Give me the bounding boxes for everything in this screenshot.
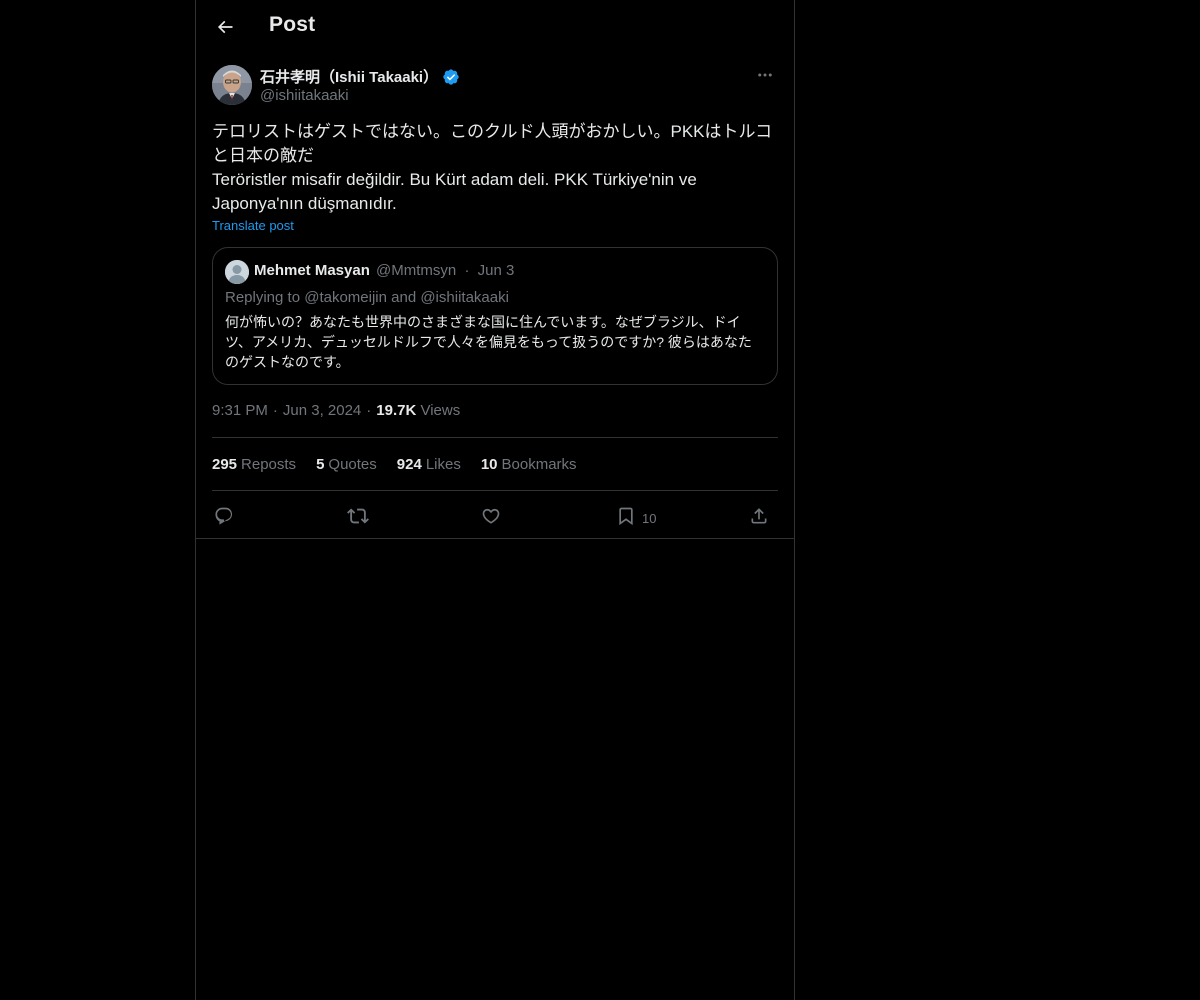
quote-date[interactable]: Jun 3 bbox=[478, 262, 515, 279]
avatar-image bbox=[212, 65, 252, 105]
stat-bookmarks[interactable]: 10 Bookmarks bbox=[481, 456, 577, 473]
reply-icon bbox=[215, 507, 233, 525]
translate-post-link[interactable]: Translate post bbox=[212, 218, 294, 233]
stat-label: Quotes bbox=[328, 456, 377, 473]
stat-reposts[interactable]: 295 Reposts bbox=[212, 456, 296, 473]
quote-text: 何が怖いの？あなたも世界中のさまざまな国に住んでいます。なぜブラジル、ドイツ、ア… bbox=[225, 314, 752, 370]
separator-dot: · bbox=[272, 402, 278, 419]
separator-dot: · bbox=[366, 402, 372, 419]
post-text: テロリストはゲストではない。このクルド人頭がおかしい。PKKはトルコと日本の敵だ… bbox=[212, 120, 780, 216]
divider bbox=[212, 437, 778, 438]
reply-button[interactable] bbox=[214, 504, 234, 528]
quote-replying-to: Replying to @takomeijin and @ishiitakaak… bbox=[225, 289, 509, 306]
stat-count: 924 bbox=[396, 456, 422, 473]
bookmark-icon bbox=[619, 507, 633, 526]
views-label: Views bbox=[420, 402, 461, 419]
stat-likes[interactable]: 924 Likes bbox=[397, 456, 461, 473]
repost-icon bbox=[347, 508, 369, 524]
stat-quotes[interactable]: 5 Quotes bbox=[316, 456, 377, 473]
post-text-turkish: Teröristler misafir değildir. Bu Kürt ad… bbox=[212, 170, 697, 213]
separator-dot: · bbox=[464, 262, 470, 279]
like-icon bbox=[482, 508, 500, 524]
bookmark-button[interactable]: 10 bbox=[616, 504, 656, 528]
post-column: Post 石井孝明（Ishii Takaaki） @ishiitakaaki テ… bbox=[195, 0, 795, 1000]
divider bbox=[196, 538, 794, 539]
share-button[interactable] bbox=[749, 504, 769, 528]
more-options-button[interactable] bbox=[752, 64, 778, 86]
post-author: 石井孝明（Ishii Takaaki） @ishiitakaaki bbox=[212, 64, 778, 108]
post-metadata: 9:31 PM · Jun 3, 2024 · 19.7K Views bbox=[212, 402, 460, 419]
more-icon bbox=[758, 73, 772, 77]
quote-header: Mehmet Masyan @Mmtmsyn · Jun 3 bbox=[254, 262, 514, 279]
quote-author-name[interactable]: Mehmet Masyan bbox=[254, 262, 370, 279]
stat-label: Reposts bbox=[241, 456, 297, 473]
stat-count: 295 bbox=[212, 456, 238, 473]
quote-author-handle[interactable]: @Mmtmsyn bbox=[376, 262, 456, 279]
stat-label: Likes bbox=[425, 456, 461, 473]
back-button[interactable] bbox=[208, 10, 242, 44]
repost-button[interactable] bbox=[347, 504, 369, 528]
arrow-left-icon bbox=[217, 20, 233, 34]
page-title: Post bbox=[269, 13, 316, 36]
engagement-stats: 295 Reposts 5 Quotes 924 Likes 10 Bookmarks bbox=[212, 456, 597, 473]
bookmark-count: 10 bbox=[642, 510, 657, 526]
quoted-post[interactable]: Mehmet Masyan @Mmtmsyn · Jun 3 Replying … bbox=[212, 247, 778, 385]
stat-count: 5 bbox=[316, 456, 325, 473]
like-button[interactable] bbox=[481, 504, 501, 528]
header-bar: Post bbox=[196, 0, 794, 54]
divider bbox=[212, 490, 778, 491]
post-date[interactable]: Jun 3, 2024 bbox=[283, 402, 361, 419]
stat-label: Bookmarks bbox=[501, 456, 577, 473]
verified-badge-icon[interactable] bbox=[442, 68, 460, 90]
post-time[interactable]: 9:31 PM bbox=[212, 402, 268, 419]
author-handle[interactable]: @ishiitakaaki bbox=[260, 87, 349, 104]
quote-avatar[interactable] bbox=[225, 260, 249, 284]
display-name-text: 石井孝明（Ishii Takaaki） bbox=[260, 69, 439, 86]
default-avatar-icon bbox=[225, 260, 249, 284]
stat-count: 10 bbox=[480, 456, 498, 473]
post-text-japanese: テロリストはゲストではない。このクルド人頭がおかしい。PKKはトルコと日本の敵だ bbox=[212, 122, 773, 165]
share-icon bbox=[751, 508, 767, 524]
views-count: 19.7K bbox=[376, 402, 417, 419]
avatar[interactable] bbox=[212, 65, 252, 105]
action-bar: 10 bbox=[212, 492, 778, 538]
